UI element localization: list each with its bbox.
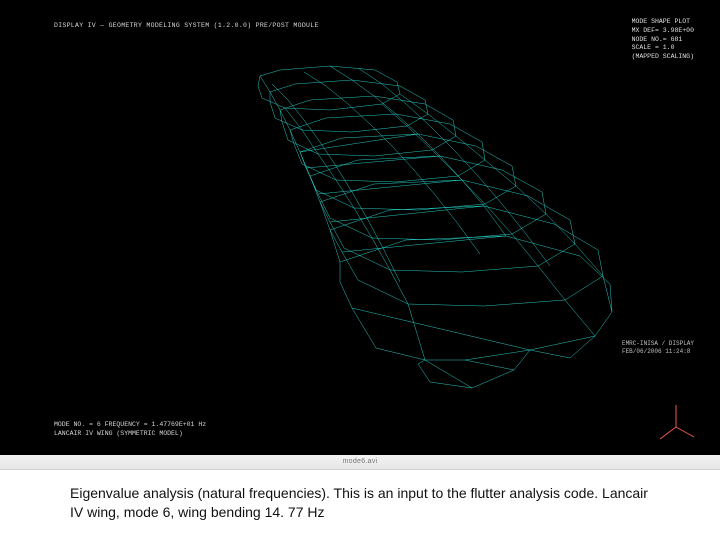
page: DISPLAY IV — GEOMETRY MODELING SYSTEM (1… xyxy=(0,0,720,540)
model-name: LANCAIR IV WING (SYMMETRIC MODEL) xyxy=(54,430,206,439)
mode-shape-info-block: MODE SHAPE PLOT MX DEF= 3.98E+00 NODE NO… xyxy=(632,18,694,62)
generator-date: FEB/06/2006 11:24:8 xyxy=(622,348,694,356)
generator-stamp: EMRC-INISA / DISPLAY FEB/06/2006 11:24:8 xyxy=(622,340,694,356)
mode-frequency-block: MODE NO. = 6 FREQUENCY = 1.47769E+01 Hz … xyxy=(54,421,206,439)
caption-text: Eigenvalue analysis (natural frequencies… xyxy=(0,470,720,522)
mode-frequency-line: MODE NO. = 6 FREQUENCY = 1.47769E+01 Hz xyxy=(54,421,206,430)
info-line-title: MODE SHAPE PLOT xyxy=(632,18,694,27)
info-line-scale: SCALE = 1.0 xyxy=(632,44,694,53)
wing-wireframe-mesh xyxy=(100,50,620,410)
info-line-scaling: (MAPPED SCALING) xyxy=(632,53,694,62)
info-line-maxdef: MX DEF= 3.98E+00 xyxy=(632,27,694,36)
cae-viewer: DISPLAY IV — GEOMETRY MODELING SYSTEM (1… xyxy=(0,0,720,470)
filename-bar: mode6.avi xyxy=(0,455,720,469)
info-line-nodeno: NODE NO.= 681 xyxy=(632,36,694,45)
axis-triad-icon xyxy=(654,399,698,443)
app-title-bar: DISPLAY IV — GEOMETRY MODELING SYSTEM (1… xyxy=(54,22,319,29)
generator-name: EMRC-INISA / DISPLAY xyxy=(622,340,694,348)
